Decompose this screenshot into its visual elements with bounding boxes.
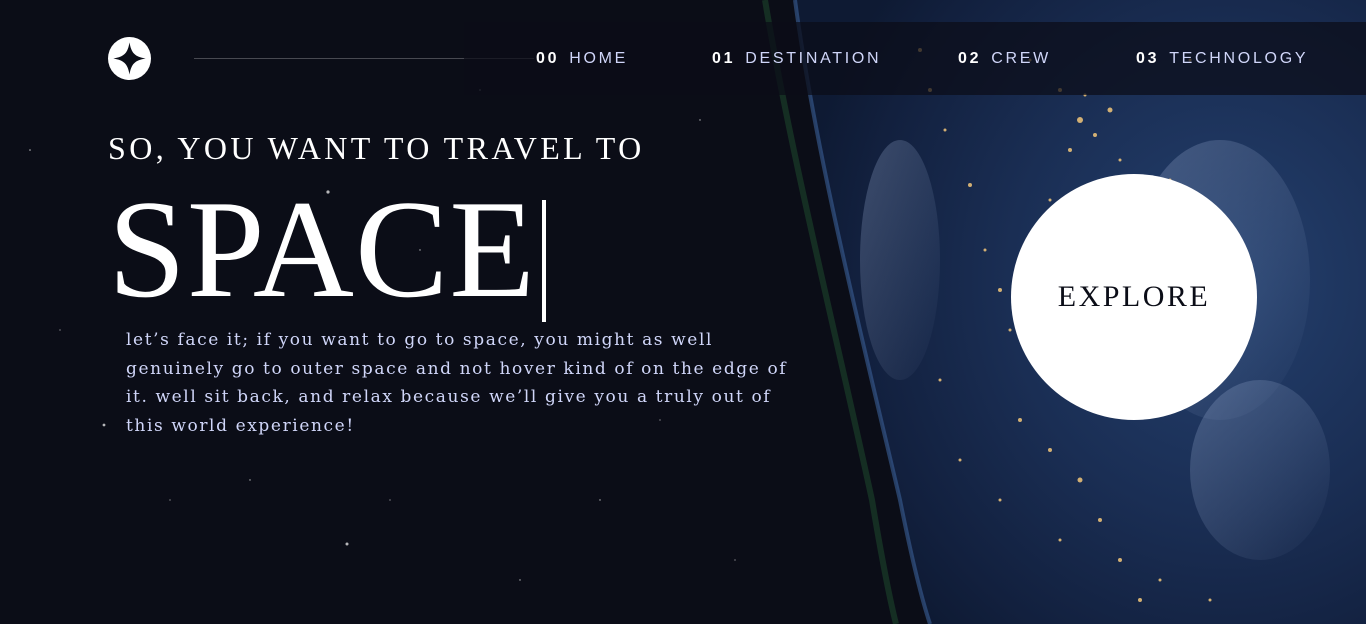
nav-item-destination[interactable]: 01 DESTINATION — [712, 22, 881, 95]
nav-item-number: 02 — [958, 50, 982, 67]
hero-subtitle: SO, YOU WANT TO TRAVEL TO — [108, 130, 645, 166]
nav-item-number: 03 — [1136, 50, 1160, 67]
nav-item-number: 01 — [712, 50, 736, 67]
nav-item-label: CREW — [991, 50, 1051, 67]
nav-item-home[interactable]: 00 HOME — [536, 22, 628, 95]
nav-item-crew[interactable]: 02 CREW — [958, 22, 1051, 95]
nav-item-label: HOME — [569, 50, 629, 67]
nav-item-label: DESTINATION — [745, 50, 882, 67]
typing-cursor — [542, 200, 546, 322]
nav-item-label: TECHNOLOGY — [1169, 50, 1309, 67]
hero-description: let’s face it; if you want to go to spac… — [126, 330, 788, 436]
hero-title: SPACE — [108, 172, 536, 327]
four-point-star-icon — [108, 37, 151, 80]
explore-button[interactable]: EXPLORE — [1011, 174, 1257, 420]
logo[interactable] — [108, 37, 151, 80]
main-navigation: 00 HOME 01 DESTINATION 02 CREW 03 TECHNOLOGY — [464, 22, 1366, 95]
home-page: 00 HOME 01 DESTINATION 02 CREW 03 TECHNOLOGY… — [0, 0, 1366, 624]
nav-item-technology[interactable]: 03 TECHNOLOGY — [1136, 22, 1308, 95]
nav-item-number: 00 — [536, 50, 560, 67]
